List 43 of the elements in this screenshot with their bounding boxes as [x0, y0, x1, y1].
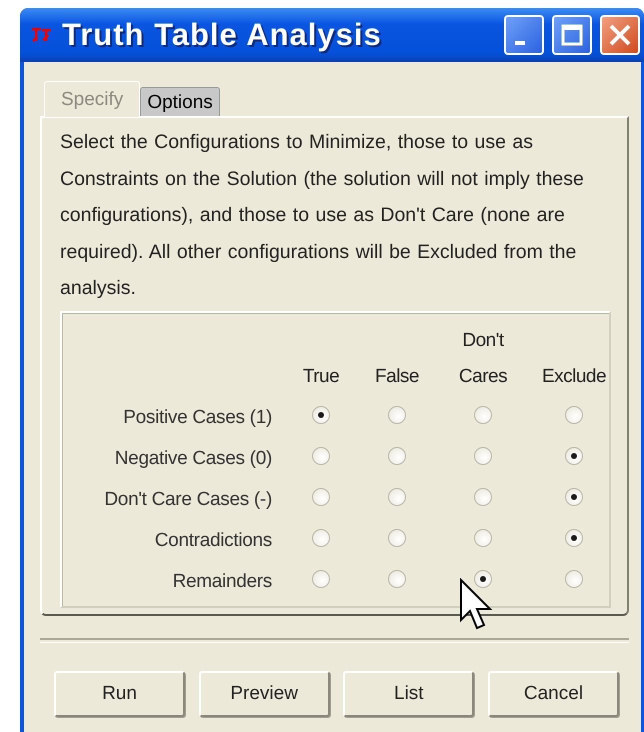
radio-button[interactable]	[312, 488, 330, 506]
instructions-text: Select the Configurations to Minimize, those to use as Constraints on the Solution (the solution will not imply these configurations), and those to use as Don't Care (none are required). All other configurations will be Excluded from the analysis.	[60, 130, 585, 301]
radio-button[interactable]	[388, 488, 406, 506]
radio-button[interactable]	[388, 528, 406, 546]
row-label: Don't Care Cases (-)	[103, 488, 273, 512]
maximize-button[interactable]	[552, 15, 592, 55]
dialog-button[interactable]: List	[343, 671, 474, 717]
app-icon	[30, 26, 54, 44]
radio-button[interactable]	[474, 446, 492, 464]
radio-button[interactable]	[312, 570, 330, 588]
radio-button[interactable]	[565, 488, 583, 506]
close-button[interactable]	[600, 15, 640, 55]
radio-button[interactable]	[388, 446, 406, 464]
column-header: False	[375, 364, 419, 388]
radio-button[interactable]	[312, 446, 330, 464]
radio-button[interactable]	[474, 488, 492, 506]
radio-button[interactable]	[312, 406, 330, 424]
radio-button[interactable]	[565, 406, 583, 424]
radio-button[interactable]	[388, 570, 406, 588]
row-label: Remainders	[172, 570, 273, 594]
tab[interactable]: Options	[140, 87, 220, 117]
dialog-button[interactable]: Run	[54, 671, 185, 717]
minimize-button[interactable]	[504, 15, 544, 55]
radio-button[interactable]	[312, 528, 330, 546]
column-header: True	[302, 364, 340, 388]
radio-button[interactable]	[565, 446, 583, 464]
radio-button[interactable]	[474, 528, 492, 546]
minimize-icon	[515, 41, 525, 45]
dialog-button[interactable]: Preview	[198, 671, 330, 717]
radio-button[interactable]	[388, 406, 406, 424]
dialog-button[interactable]: Cancel	[488, 671, 619, 717]
maximize-icon	[561, 24, 583, 46]
column-header: Don't Cares	[458, 328, 508, 388]
close-icon	[608, 23, 632, 47]
row-label: Contradictions	[154, 528, 273, 552]
radio-button[interactable]	[565, 528, 583, 546]
row-label: Negative Cases (0)	[114, 446, 273, 470]
radio-button[interactable]	[474, 570, 492, 588]
window-title: Truth Table Analysis	[62, 17, 383, 53]
column-header: Exclude	[542, 364, 606, 388]
radio-button[interactable]	[565, 570, 583, 588]
row-label: Positive Cases (1)	[122, 406, 273, 430]
radio-button[interactable]	[474, 406, 492, 424]
